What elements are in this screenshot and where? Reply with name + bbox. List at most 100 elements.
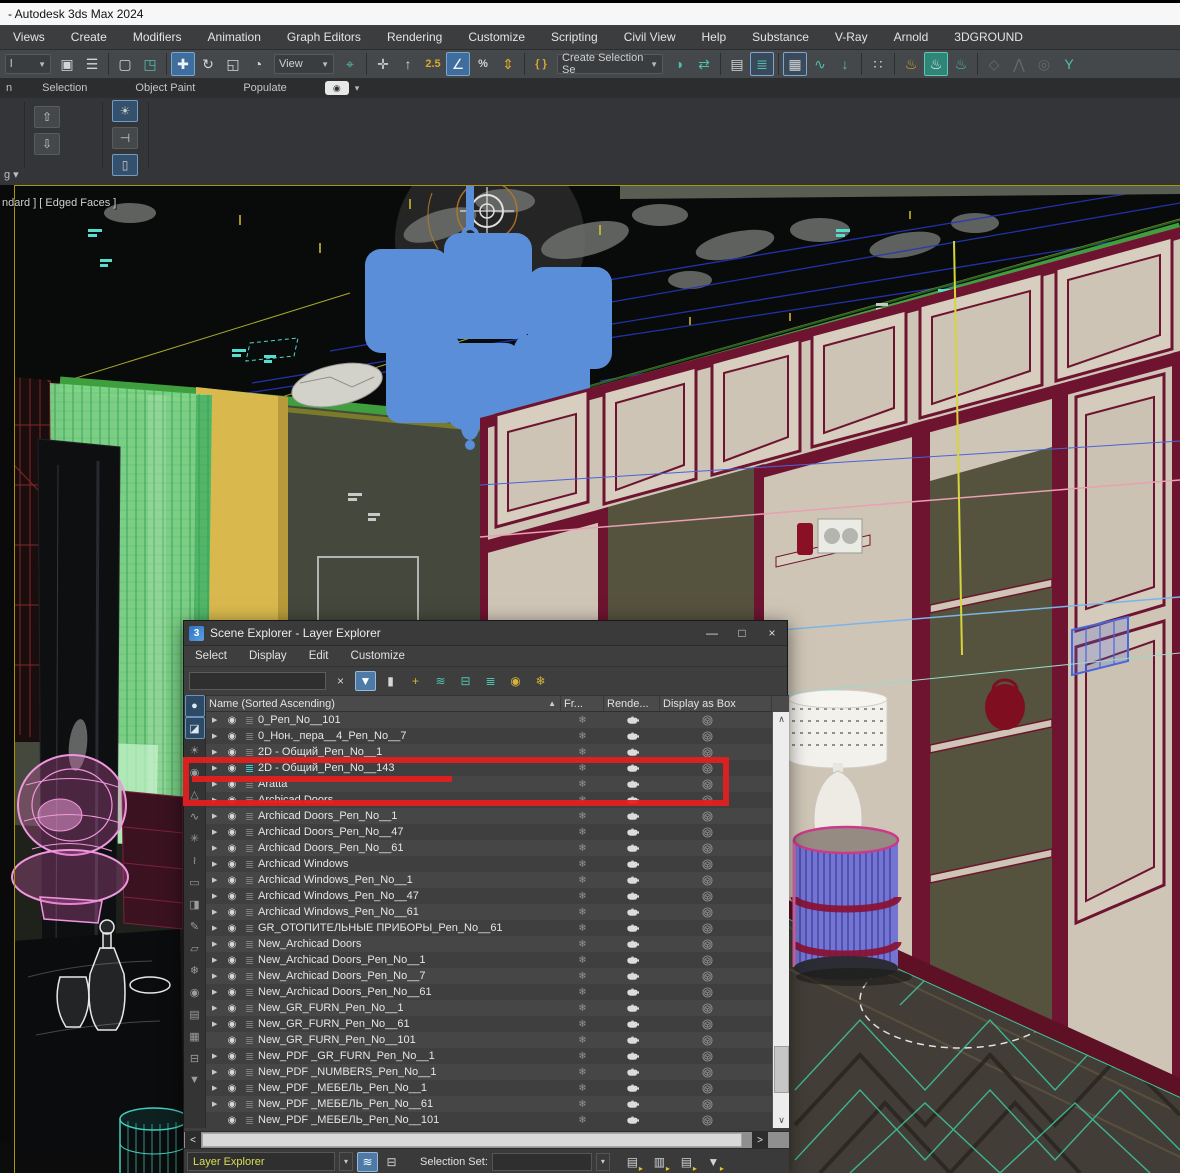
renderable-teapot-icon[interactable] xyxy=(604,907,660,917)
display-as-box-icon[interactable] xyxy=(660,1050,772,1062)
visibility-eye-icon[interactable]: ◉ xyxy=(224,971,240,982)
expand-arrow-icon[interactable]: ▶ xyxy=(206,1004,224,1012)
render-shortcuts-icon[interactable]: ⋀ xyxy=(1007,52,1031,76)
display-spacewarps-icon[interactable]: ∿ xyxy=(185,805,205,827)
ribbon-panel-label[interactable]: g ▾ xyxy=(4,168,19,181)
expand-arrow-icon[interactable]: ▶ xyxy=(206,764,224,772)
layer-name[interactable]: 0_Нон._пера__4_Pen_No__7 xyxy=(258,730,561,742)
display-hidden-icon[interactable]: ◉ xyxy=(185,981,205,1003)
scroll-down-icon[interactable]: ∨ xyxy=(773,1113,790,1128)
filter-selected-icon[interactable]: ▼ xyxy=(355,671,376,691)
layer-row[interactable]: ▶ ◉ ≣ 0_Pen_No__101 ❄ xyxy=(206,712,772,728)
visibility-eye-icon[interactable]: ◉ xyxy=(224,779,240,790)
window-crossing-toggle-icon[interactable]: ◳ xyxy=(138,52,162,76)
reference-coordinate-system-dropdown[interactable]: View ▼ xyxy=(274,54,334,74)
material-editor-icon[interactable]: ♨ xyxy=(899,52,923,76)
menu-help[interactable]: Help xyxy=(688,25,739,49)
freeze-snowflake-icon[interactable]: ❄ xyxy=(561,779,604,790)
scroll-left-icon[interactable]: < xyxy=(185,1132,201,1149)
renderable-teapot-icon[interactable] xyxy=(604,827,660,837)
renderable-teapot-icon[interactable] xyxy=(604,1115,660,1125)
select-and-scale-icon[interactable]: ◱ xyxy=(221,52,245,76)
create-selection-set-dropdown[interactable]: Create Selection Se ▼ xyxy=(557,52,663,76)
visibility-eye-icon[interactable]: ◉ xyxy=(224,907,240,918)
layer-name[interactable]: New_Archicad Doors xyxy=(258,938,561,950)
renderable-teapot-icon[interactable] xyxy=(604,939,660,949)
visibility-eye-icon[interactable]: ◉ xyxy=(224,1115,240,1126)
display-as-box-icon[interactable] xyxy=(660,922,772,934)
renderable-teapot-icon[interactable] xyxy=(604,1099,660,1109)
layer-name[interactable]: GR_ОТОПИТЕЛЬНЫЕ ПРИБОРЫ_Pen_No__61 xyxy=(258,922,561,934)
named-selection-sets-icon[interactable]: { } xyxy=(529,52,553,76)
filter-selection-set-icon[interactable]: ▼ xyxy=(703,1152,723,1173)
layer-row[interactable]: ▶ ◉ ≣ New_Archicad Doors ❄ xyxy=(206,936,772,952)
expand-arrow-icon[interactable]: ▶ xyxy=(206,860,224,868)
freeze-snowflake-icon[interactable]: ❄ xyxy=(561,955,604,966)
menu-v-ray[interactable]: V-Ray xyxy=(822,25,881,49)
renderable-teapot-icon[interactable] xyxy=(604,1019,660,1029)
renderable-teapot-icon[interactable] xyxy=(604,1051,660,1061)
layer-name[interactable]: New_PDF _NUMBERS_Pen_No__1 xyxy=(258,1066,561,1078)
menu-rendering[interactable]: Rendering xyxy=(374,25,455,49)
expand-arrow-icon[interactable]: ▶ xyxy=(206,892,224,900)
visibility-eye-icon[interactable]: ◉ xyxy=(224,731,240,742)
freeze-snowflake-icon[interactable]: ❄ xyxy=(561,715,604,726)
freeze-snowflake-icon[interactable]: ❄ xyxy=(561,939,604,950)
layer-name[interactable]: Archicad Windows_Pen_No__61 xyxy=(258,906,561,918)
visibility-eye-icon[interactable]: ◉ xyxy=(224,987,240,998)
select-and-manipulate-icon[interactable]: ◔ xyxy=(246,52,270,76)
display-lights-icon[interactable]: ☀ xyxy=(185,739,205,761)
explorer-menu-display[interactable]: Display xyxy=(238,650,298,662)
tab-object-paint[interactable]: Object Paint xyxy=(111,78,219,98)
use-pivot-point-center-icon[interactable]: ⌖ xyxy=(338,52,362,76)
rectangular-selection-region-icon[interactable]: ▢ xyxy=(113,52,137,76)
isolate-selection-icon[interactable]: ∷ xyxy=(866,52,890,76)
explorer-mode-dropdown[interactable]: Layer Explorer xyxy=(187,1152,335,1171)
display-as-box-icon[interactable] xyxy=(660,714,772,726)
renderable-teapot-icon[interactable] xyxy=(604,715,660,725)
expand-arrow-icon[interactable]: ▶ xyxy=(206,716,224,724)
menu-substance[interactable]: Substance xyxy=(739,25,822,49)
freeze-snowflake-icon[interactable]: ❄ xyxy=(561,971,604,982)
freeze-snowflake-icon[interactable]: ❄ xyxy=(561,811,604,822)
display-xrefs-icon[interactable]: ✎ xyxy=(185,915,205,937)
layer-row[interactable]: ▶ ◉ ≣ New_Archicad Doors_Pen_No__7 ❄ xyxy=(206,968,772,984)
renderable-teapot-icon[interactable] xyxy=(604,843,660,853)
sort-by-layer-icon[interactable]: ≋ xyxy=(357,1151,378,1172)
layer-name[interactable]: 2D - Общий_Pen_No__143 xyxy=(258,762,561,774)
state-sets-icon[interactable]: ◇ xyxy=(982,52,1006,76)
layer-name[interactable]: Archicad Windows_Pen_No__1 xyxy=(258,874,561,886)
select-by-name-icon[interactable]: ☰ xyxy=(80,52,104,76)
visibility-eye-icon[interactable]: ◉ xyxy=(224,891,240,902)
display-as-box-icon[interactable] xyxy=(660,730,772,742)
freeze-toggle-icon[interactable]: ❄ xyxy=(530,671,551,691)
layer-row[interactable]: ▶ ◉ ≣ 2D - Общий_Pen_No__1 ❄ xyxy=(206,744,772,760)
percent-snap-toggle-icon[interactable]: % xyxy=(471,52,495,76)
layer-row[interactable]: ▶ ◉ ≣ Archicad Doors ❄ xyxy=(206,792,772,808)
display-as-box-icon[interactable] xyxy=(660,1066,772,1078)
toggle-layer-explorer-icon[interactable]: ≣ xyxy=(750,52,774,76)
select-and-move-icon[interactable]: ✚ xyxy=(171,52,195,76)
display-materials-icon[interactable]: ◨ xyxy=(185,893,205,915)
renderable-teapot-icon[interactable] xyxy=(604,1083,660,1093)
layer-row[interactable]: ▶ ◉ ≣ New_GR_FURN_Pen_No__1 ❄ xyxy=(206,1000,772,1016)
ribbon-highlight-button[interactable]: ☀ xyxy=(112,100,138,122)
expand-arrow-icon[interactable]: ▶ xyxy=(206,1084,224,1092)
visibility-eye-icon[interactable]: ◉ xyxy=(224,827,240,838)
civil-view-tool-icon[interactable]: Υ xyxy=(1057,52,1081,76)
layer-name[interactable]: New_PDF _МЕБЕЛЬ_Pen_No__101 xyxy=(258,1114,561,1126)
expand-arrow-icon[interactable]: ▶ xyxy=(206,812,224,820)
display-as-box-icon[interactable] xyxy=(660,890,772,902)
layer-row[interactable]: ▶ ◉ ≣ Aratta ❄ xyxy=(206,776,772,792)
freeze-snowflake-icon[interactable]: ❄ xyxy=(561,1019,604,1030)
freeze-snowflake-icon[interactable]: ❄ xyxy=(561,891,604,902)
renderable-teapot-icon[interactable] xyxy=(604,779,660,789)
layer-row[interactable]: ▶ ◉ ≣ New_PDF _GR_FURN_Pen_No__1 ❄ xyxy=(206,1048,772,1064)
renderable-teapot-icon[interactable] xyxy=(604,1067,660,1077)
menu-scripting[interactable]: Scripting xyxy=(538,25,611,49)
freeze-snowflake-icon[interactable]: ❄ xyxy=(561,1067,604,1078)
menu-animation[interactable]: Animation xyxy=(195,25,274,49)
display-as-box-icon[interactable] xyxy=(660,1082,772,1094)
freeze-snowflake-icon[interactable]: ❄ xyxy=(561,1035,604,1046)
expand-arrow-icon[interactable]: ▶ xyxy=(206,828,224,836)
